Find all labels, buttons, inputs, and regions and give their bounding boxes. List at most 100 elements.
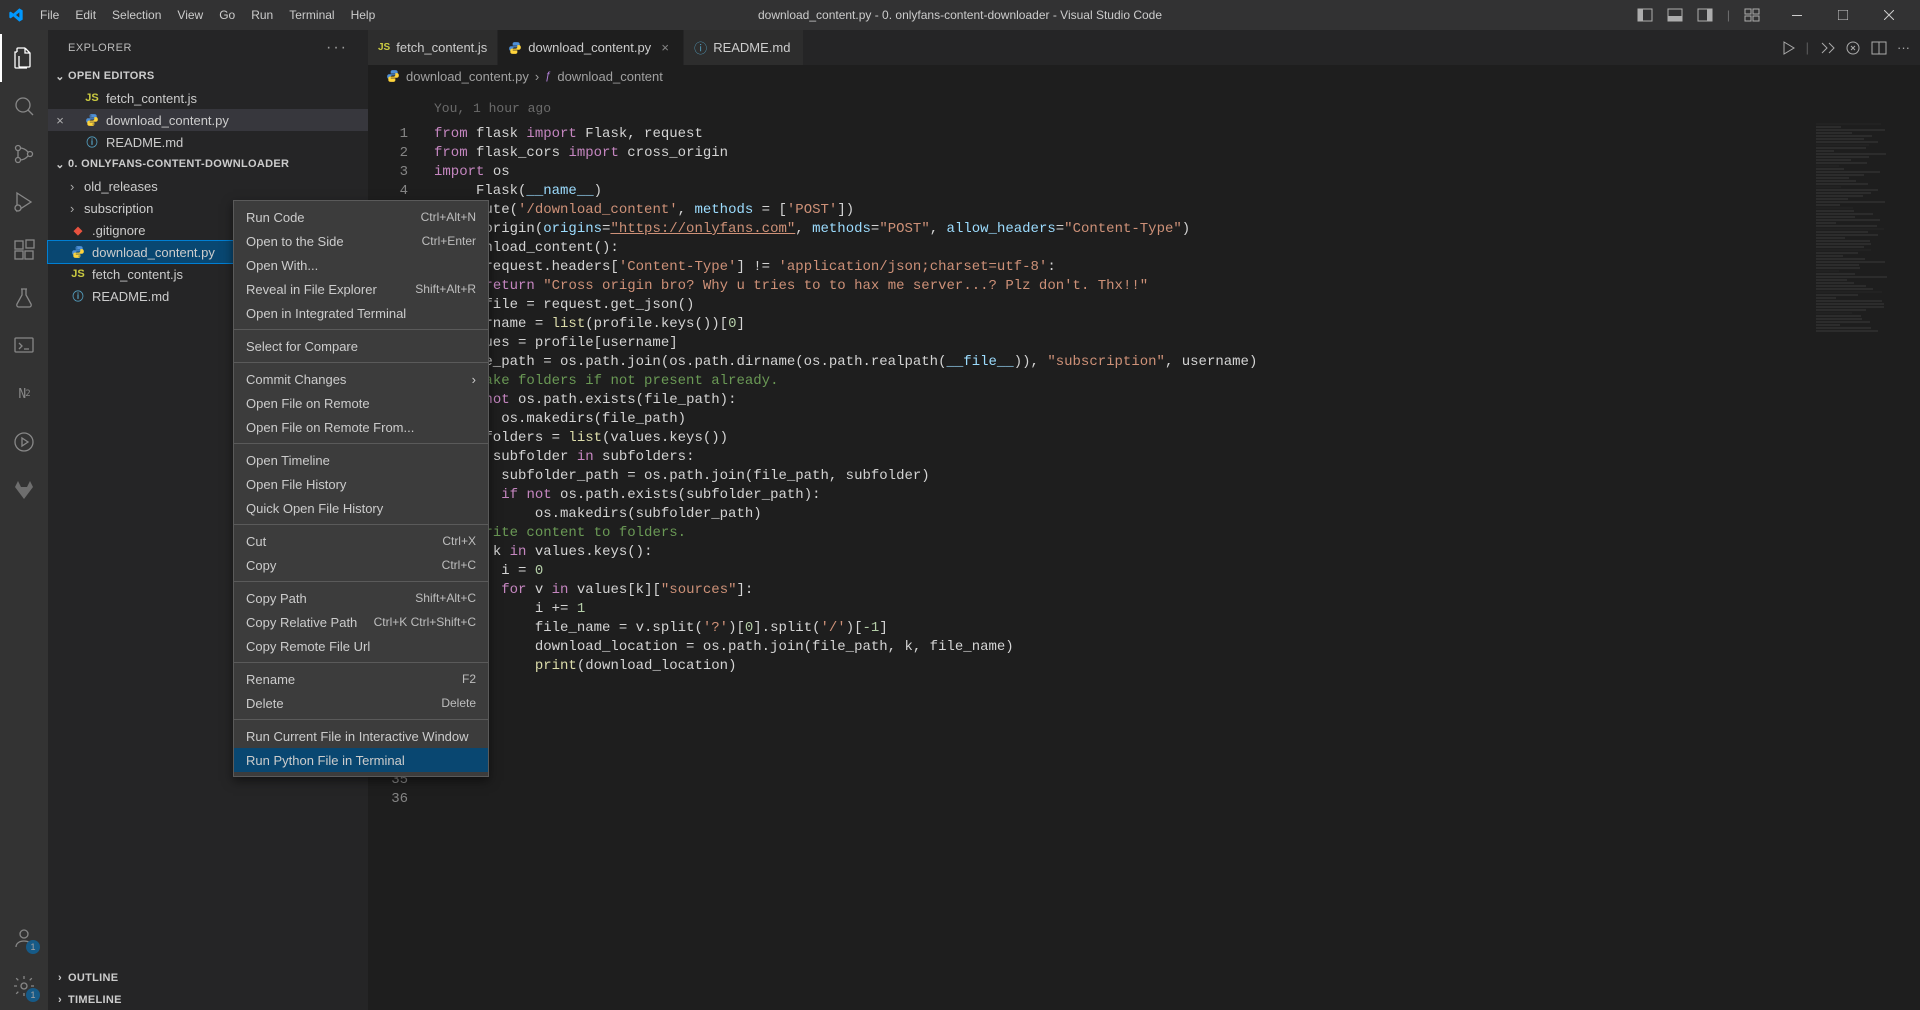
- activity-test-icon[interactable]: [0, 274, 48, 322]
- context-item[interactable]: Copy Remote File Url: [234, 634, 488, 658]
- context-item[interactable]: Select for Compare: [234, 334, 488, 358]
- file-label: download_content.py: [106, 113, 229, 128]
- chevron-right-icon: ›: [52, 972, 68, 984]
- context-item[interactable]: DeleteDelete: [234, 691, 488, 715]
- context-item[interactable]: Copy PathShift+Alt+C: [234, 586, 488, 610]
- activity-bar: N2 1 1: [0, 30, 48, 1010]
- open-editor-item[interactable]: JS fetch_content.js: [48, 87, 368, 109]
- context-item[interactable]: Commit Changes›: [234, 367, 488, 391]
- activity-liveshare-icon[interactable]: [0, 418, 48, 466]
- tab-readme[interactable]: ⓘ README.md: [684, 30, 804, 65]
- explorer-title: EXPLORER: [68, 42, 132, 54]
- activity-settings-icon[interactable]: 1: [0, 962, 48, 1010]
- run-icon[interactable]: [1780, 40, 1796, 56]
- shortcut-label: Ctrl+Alt+N: [421, 210, 476, 224]
- activity-scm-icon[interactable]: [0, 130, 48, 178]
- activity-run-icon[interactable]: [0, 178, 48, 226]
- breadcrumbs[interactable]: download_content.py › ƒ download_content: [368, 65, 1920, 87]
- open-editor-item[interactable]: × download_content.py: [48, 109, 368, 131]
- more-icon[interactable]: ···: [1897, 40, 1910, 55]
- open-editors-header[interactable]: ⌄ OPEN EDITORS: [48, 65, 368, 87]
- window-title: download_content.py - 0. onlyfans-conten…: [758, 8, 1162, 22]
- context-item[interactable]: Open File on Remote: [234, 391, 488, 415]
- activity-remote-icon[interactable]: [0, 322, 48, 370]
- context-item[interactable]: Run Current File in Interactive Window: [234, 724, 488, 748]
- context-item[interactable]: Quick Open File History: [234, 496, 488, 520]
- context-item[interactable]: RenameF2: [234, 667, 488, 691]
- split-icon[interactable]: [1871, 40, 1887, 56]
- open-editor-item[interactable]: ⓘ README.md: [48, 131, 368, 153]
- titlebar: File Edit Selection View Go Run Terminal…: [0, 0, 1920, 30]
- context-separator: [234, 524, 488, 525]
- run-cell-icon[interactable]: [1819, 40, 1835, 56]
- project-header[interactable]: ⌄ 0. ONLYFANS-CONTENT-DOWNLOADER: [48, 153, 368, 175]
- outline-header[interactable]: › OUTLINE: [48, 966, 368, 988]
- editor-actions: | ···: [1770, 30, 1920, 65]
- context-item[interactable]: Copy Relative Path Ctrl+K Ctrl+Shift+C: [234, 610, 488, 634]
- layout-customize-icon[interactable]: [1740, 3, 1764, 27]
- chevron-right-icon: ›: [70, 201, 84, 216]
- context-item[interactable]: Cut Ctrl+X: [234, 529, 488, 553]
- activity-nx-icon[interactable]: N2: [0, 370, 48, 418]
- menu-selection[interactable]: Selection: [104, 2, 169, 28]
- context-label: Run Python File in Terminal: [246, 753, 405, 768]
- py-file-icon: [386, 69, 400, 83]
- menu-help[interactable]: Help: [343, 2, 384, 28]
- file-label: README.md: [106, 135, 183, 150]
- open-editors-list: JS fetch_content.js × download_content.p…: [48, 87, 368, 153]
- breadcrumb-file[interactable]: download_content.py: [406, 69, 529, 84]
- context-item[interactable]: Open in Integrated Terminal: [234, 301, 488, 325]
- activity-gitlab-icon[interactable]: [0, 466, 48, 514]
- maximize-button[interactable]: [1820, 0, 1866, 30]
- menu-terminal[interactable]: Terminal: [281, 2, 342, 28]
- layout-left-icon[interactable]: [1633, 3, 1657, 27]
- folder-label: subscription: [84, 201, 153, 216]
- tab-download-content[interactable]: download_content.py ×: [498, 30, 684, 65]
- context-item[interactable]: CopyCtrl+C: [234, 553, 488, 577]
- explorer-more-icon[interactable]: ···: [326, 39, 348, 57]
- context-item[interactable]: Open File History: [234, 472, 488, 496]
- menu-run[interactable]: Run: [243, 2, 281, 28]
- close-icon[interactable]: ×: [657, 40, 673, 55]
- code-editor[interactable]: You, 1 hour agofrom flask import Flask, …: [434, 87, 1920, 1010]
- context-label: Open Timeline: [246, 453, 330, 468]
- file-context-menu: Run CodeCtrl+Alt+NOpen to the SideCtrl+E…: [233, 200, 489, 777]
- file-label: .gitignore: [92, 223, 145, 238]
- menu-go[interactable]: Go: [211, 2, 243, 28]
- menu-file[interactable]: File: [32, 2, 67, 28]
- menu-view[interactable]: View: [169, 2, 211, 28]
- context-item[interactable]: Open With...: [234, 253, 488, 277]
- context-label: Commit Changes: [246, 372, 346, 387]
- activity-explorer-icon[interactable]: [0, 34, 48, 82]
- close-icon[interactable]: ×: [52, 113, 68, 128]
- tree-folder[interactable]: › old_releases: [48, 175, 368, 197]
- shortcut-label: Ctrl+X: [442, 534, 476, 548]
- breadcrumb-symbol[interactable]: download_content: [557, 69, 663, 84]
- activity-extensions-icon[interactable]: [0, 226, 48, 274]
- shortcut-label: Ctrl+Enter: [422, 234, 476, 248]
- timeline-header[interactable]: › TIMELINE: [48, 988, 368, 1010]
- js-file-icon: JS: [378, 42, 390, 53]
- layout-right-icon[interactable]: [1693, 3, 1717, 27]
- context-label: Copy Relative Path: [246, 615, 357, 630]
- info-file-icon: ⓘ: [694, 38, 707, 57]
- context-item[interactable]: Run CodeCtrl+Alt+N: [234, 205, 488, 229]
- context-item[interactable]: Open Timeline: [234, 448, 488, 472]
- context-label: Select for Compare: [246, 339, 358, 354]
- activity-search-icon[interactable]: [0, 82, 48, 130]
- layout-bottom-icon[interactable]: [1663, 3, 1687, 27]
- context-item[interactable]: Open to the SideCtrl+Enter: [234, 229, 488, 253]
- debug-icon[interactable]: [1845, 40, 1861, 56]
- shortcut-label: Ctrl+K Ctrl+Shift+C: [374, 615, 476, 629]
- minimize-button[interactable]: [1774, 0, 1820, 30]
- context-label: Cut: [246, 534, 266, 549]
- tab-fetch-content[interactable]: JS fetch_content.js: [368, 30, 498, 65]
- context-item[interactable]: Reveal in File ExplorerShift+Alt+R: [234, 277, 488, 301]
- context-item[interactable]: Open File on Remote From...: [234, 415, 488, 439]
- menu-edit[interactable]: Edit: [67, 2, 104, 28]
- close-button[interactable]: [1866, 0, 1912, 30]
- chevron-down-icon: ⌄: [52, 70, 68, 83]
- context-item[interactable]: Run Python File in Terminal: [234, 748, 488, 772]
- activity-accounts-icon[interactable]: 1: [0, 914, 48, 962]
- context-separator: [234, 581, 488, 582]
